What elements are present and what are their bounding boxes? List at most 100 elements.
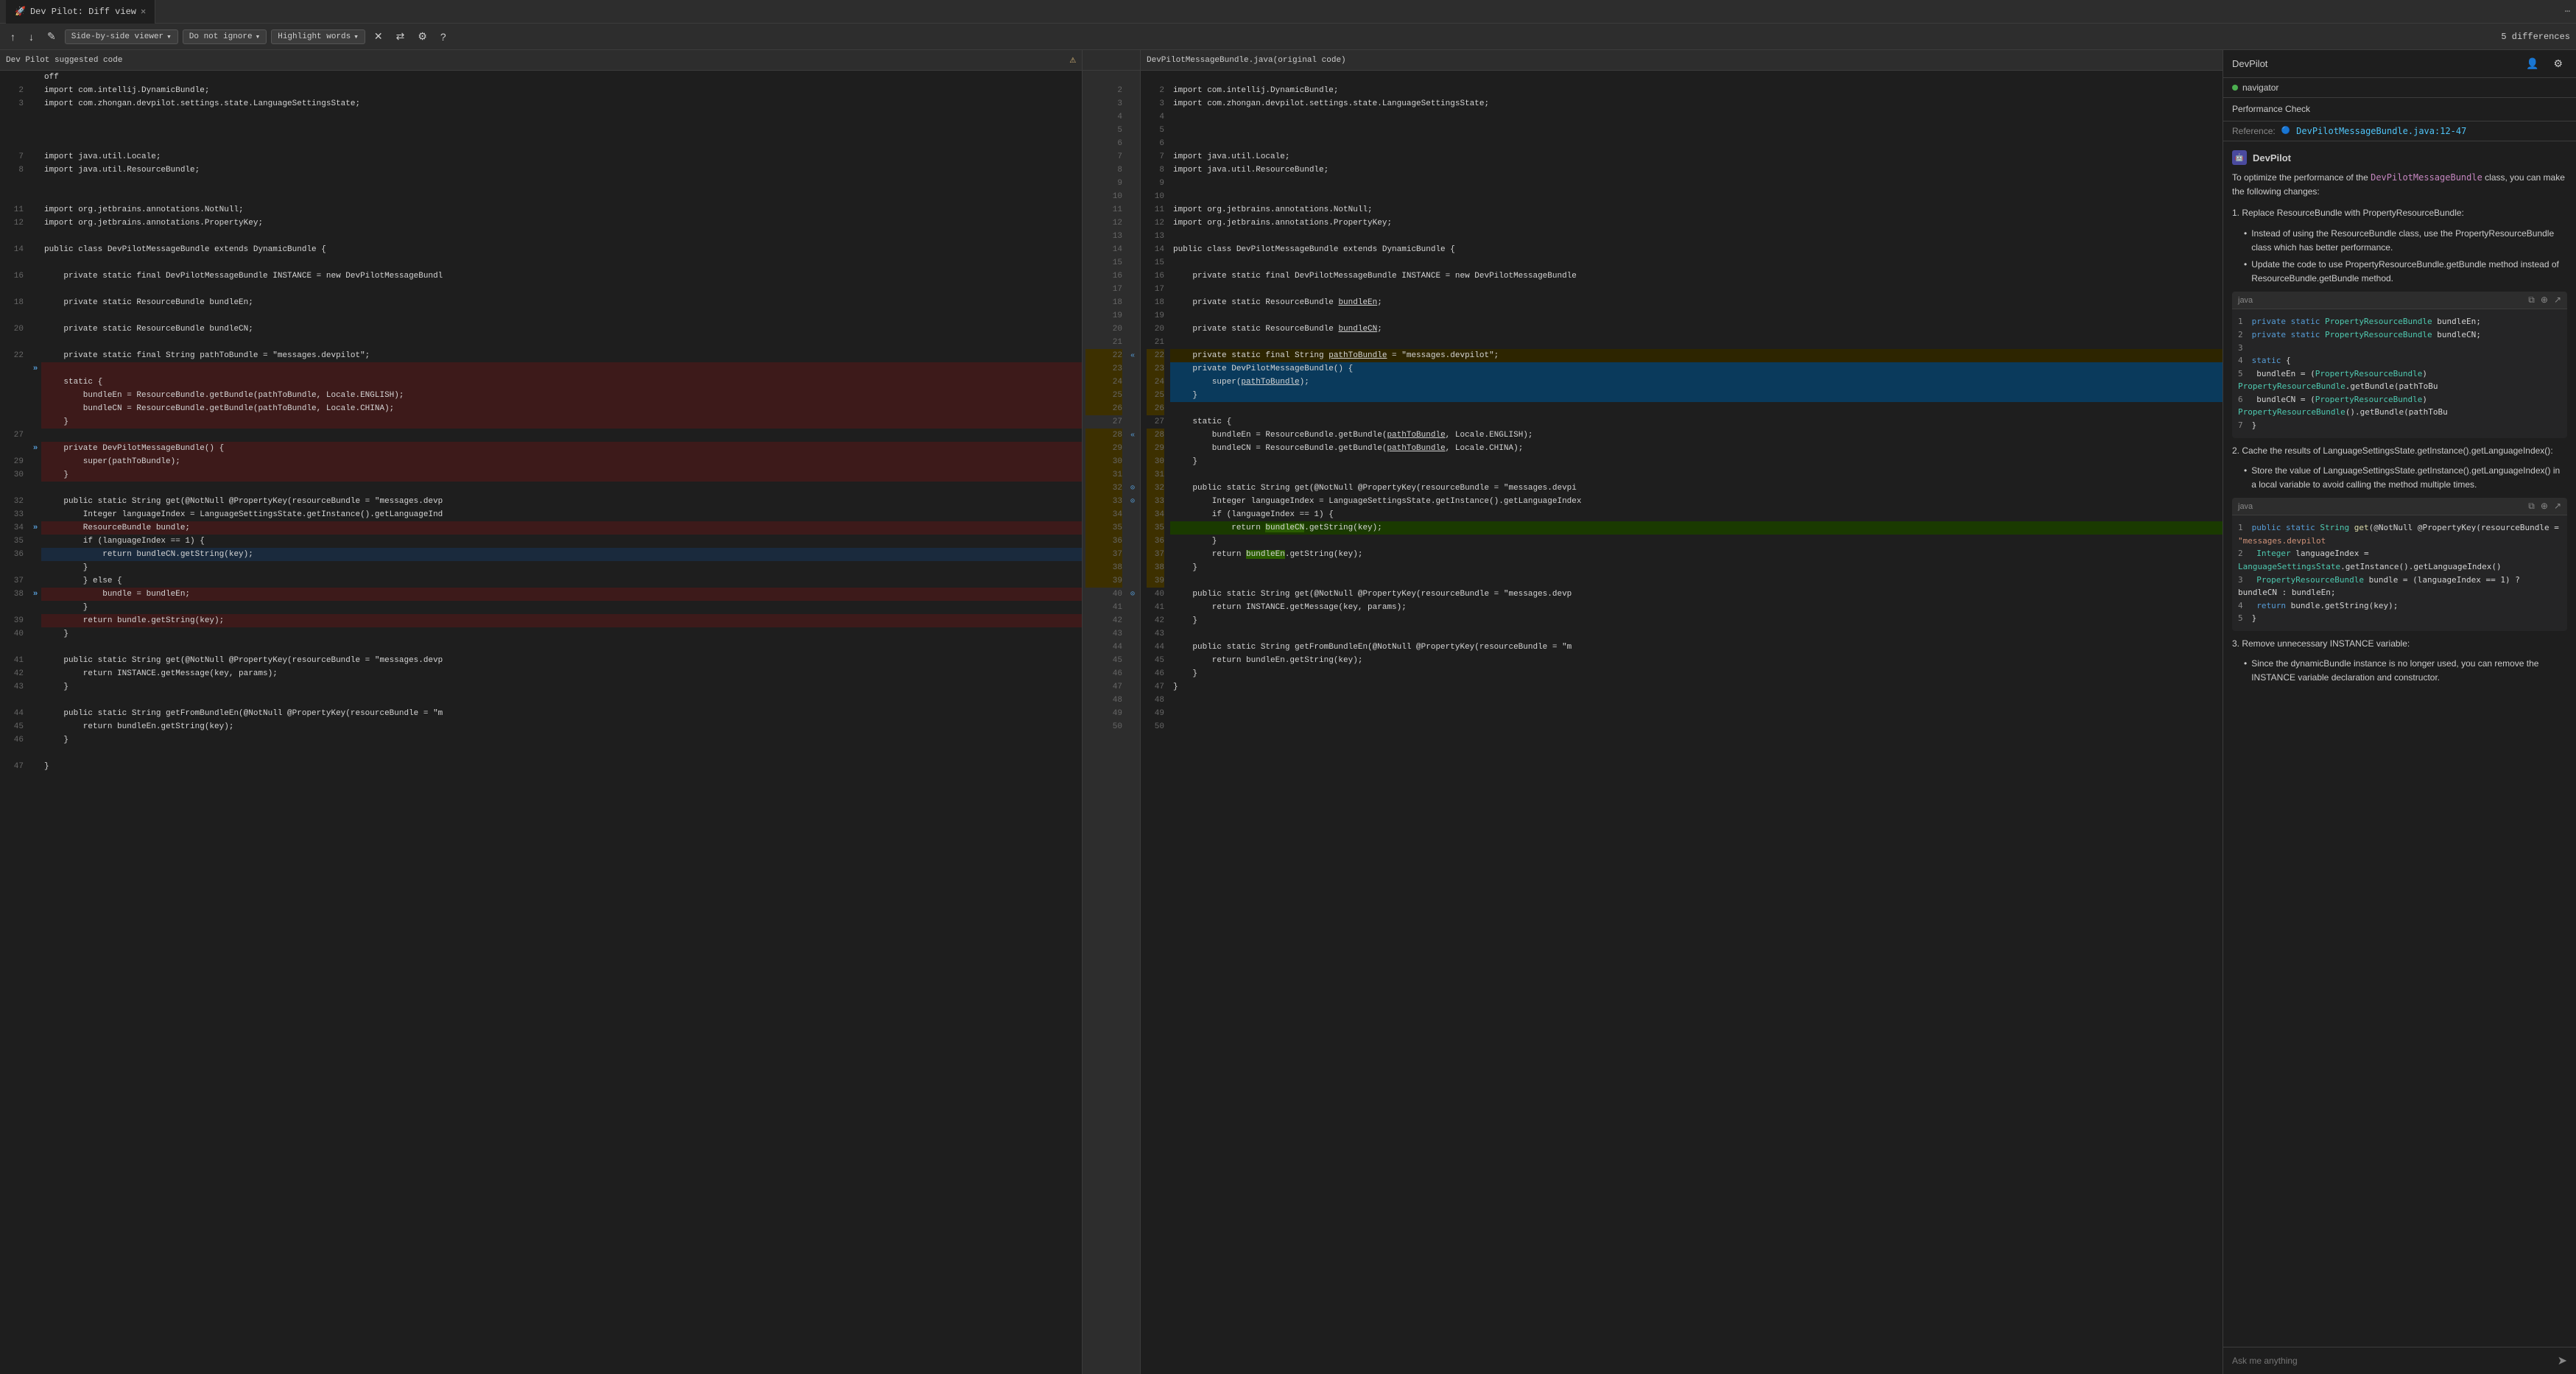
code-line: import java.util.Locale; — [1170, 150, 2223, 163]
code-line: } — [1170, 389, 2223, 402]
more-options-icon[interactable]: ⋯ — [2565, 6, 2570, 17]
code-line — [1170, 574, 2223, 588]
ref-link[interactable]: DevPilotMessageBundle.java:12-47 — [2296, 126, 2466, 136]
code-line: private DevPilotMessageBundle() { — [1170, 362, 2223, 376]
highlight-dropdown-button[interactable]: Highlight words ▾ — [271, 29, 365, 44]
code-line: } — [1170, 667, 2223, 680]
code-line: private static final String pathToBundle… — [1170, 349, 2223, 362]
devpilot-avatar: 🤖 — [2232, 150, 2247, 165]
devpilot-settings-icon[interactable]: ⚙ — [2549, 56, 2567, 71]
left-code-content[interactable]: off import com.intellij.DynamicBundle; i… — [41, 71, 1082, 1374]
code-line: import org.jetbrains.annotations.NotNull… — [1170, 203, 2223, 216]
ask-input[interactable] — [2232, 1356, 2558, 1366]
code-line — [1170, 137, 2223, 150]
code-line: bundleCN = ResourceBundle.getBundle(path… — [1170, 442, 2223, 455]
code-line: public static String get(@NotNull @Prope… — [41, 654, 1082, 667]
bullet-item-1-1: Instead of using the ResourceBundle clas… — [2244, 227, 2567, 255]
code-line: import com.zhongan.devpilot.settings.sta… — [1170, 97, 2223, 110]
code-line — [41, 747, 1082, 760]
code-line: return bundleEn.getString(key); — [1170, 548, 2223, 561]
code-line: return bundleCN.getString(key); — [1170, 521, 2223, 535]
code-line: private static ResourceBundle bundleCN; — [1170, 323, 2223, 336]
code-line: Integer languageIndex = LanguageSettings… — [1170, 495, 2223, 508]
numbered-item-3: 3. Remove unnecessary INSTANCE variable: — [2232, 637, 2567, 651]
title-tab[interactable]: 🚀 Dev Pilot: Diff view ✕ — [6, 0, 155, 24]
nav-label: navigator — [2242, 82, 2278, 93]
code-line — [1170, 468, 2223, 482]
code-line — [41, 124, 1082, 137]
devpilot-nav[interactable]: navigator — [2223, 78, 2576, 98]
code-line: import org.jetbrains.annotations.Propert… — [1170, 216, 2223, 230]
prev-diff-button[interactable]: ↑ — [6, 29, 20, 44]
next-diff-button[interactable]: ↓ — [24, 29, 38, 44]
code-line — [41, 256, 1082, 269]
left-line-numbers: 2 3 7 8 11 12 14 16 18 — [0, 71, 29, 1374]
devpilot-panel-title: DevPilot — [2232, 58, 2267, 69]
code-line: private static final DevPilotMessageBund… — [41, 269, 1082, 283]
apply-icon[interactable]: ↗ — [2554, 295, 2561, 306]
title-bar: 🚀 Dev Pilot: Diff view ✕ ⋯ — [0, 0, 2576, 24]
code-line: import com.intellij.DynamicBundle; — [41, 84, 1082, 97]
close-highlight-button[interactable]: ✕ — [370, 29, 387, 44]
insert-icon-2[interactable]: ⊕ — [2541, 501, 2548, 512]
code-line: } — [1170, 614, 2223, 627]
code-block-1-lang: java — [2238, 296, 2253, 305]
code-line: bundleCN = ResourceBundle.getBundle(path… — [41, 402, 1082, 415]
devpilot-intro: To optimize the performance of the DevPi… — [2232, 171, 2567, 199]
code-line: private DevPilotMessageBundle() { — [41, 442, 1082, 455]
code-line: bundleEn = ResourceBundle.getBundle(path… — [1170, 429, 2223, 442]
apply-icon-2[interactable]: ↗ — [2554, 501, 2561, 512]
code-block-2-header: java ⧉ ⊕ ↗ — [2232, 498, 2567, 515]
viewer-dropdown-button[interactable]: Side-by-side viewer ▾ — [65, 29, 178, 44]
main-layout: Dev Pilot suggested code ⚠ 2 3 7 8 11 — [0, 50, 2576, 1374]
nav-status-dot — [2232, 85, 2238, 91]
ignore-dropdown-button[interactable]: Do not ignore ▾ — [183, 29, 267, 44]
devpilot-user-icon[interactable]: 👤 — [2522, 56, 2543, 71]
code-line — [1170, 110, 2223, 124]
code-block-1-actions: ⧉ ⊕ ↗ — [2528, 295, 2561, 306]
code-line: private static ResourceBundle bundleEn; — [1170, 296, 2223, 309]
devpilot-panel: DevPilot 👤 ⚙ navigator Performance Check… — [2223, 50, 2576, 1374]
perf-check-section: Performance Check — [2223, 98, 2576, 121]
code-line — [41, 641, 1082, 654]
code-line: } else { — [41, 574, 1082, 588]
help-button[interactable]: ? — [436, 29, 451, 44]
left-code-body[interactable]: 2 3 7 8 11 12 14 16 18 — [0, 71, 1082, 1374]
tab-title: Dev Pilot: Diff view — [30, 7, 136, 17]
code-block-1: java ⧉ ⊕ ↗ 1private static PropertyResou… — [2232, 292, 2567, 437]
code-line: public static String get(@NotNull @Prope… — [1170, 482, 2223, 495]
code-line — [1170, 309, 2223, 323]
code-line: private static final String pathToBundle… — [41, 349, 1082, 362]
copy-icon-2[interactable]: ⧉ — [2528, 501, 2535, 512]
code-line: if (languageIndex == 1) { — [41, 535, 1082, 548]
code-line — [1170, 694, 2223, 707]
code-line: if (languageIndex == 1) { — [1170, 508, 2223, 521]
code-line: } — [1170, 455, 2223, 468]
reference-row: Reference: 🔵 DevPilotMessageBundle.java:… — [2223, 121, 2576, 141]
code-line: } — [41, 415, 1082, 429]
code-line: private static final DevPilotMessageBund… — [1170, 269, 2223, 283]
close-tab-icon[interactable]: ✕ — [141, 6, 146, 17]
code-line: import com.intellij.DynamicBundle; — [1170, 84, 2223, 97]
code-line: Integer languageIndex = LanguageSettings… — [41, 508, 1082, 521]
swap-button[interactable]: ⇄ — [392, 29, 409, 44]
devpilot-message-header: 🤖 DevPilot — [2232, 150, 2567, 165]
code-line — [41, 429, 1082, 442]
copy-icon[interactable]: ⧉ — [2528, 295, 2535, 306]
send-button[interactable]: ➤ — [2558, 1353, 2567, 1368]
devpilot-panel-header: DevPilot 👤 ⚙ — [2223, 50, 2576, 78]
settings-button[interactable]: ⚙ — [413, 29, 432, 44]
code-line — [41, 137, 1082, 150]
edit-button[interactable]: ✎ — [43, 29, 60, 44]
code-block-2-actions: ⧉ ⊕ ↗ — [2528, 501, 2561, 512]
right-code-content[interactable]: import com.intellij.DynamicBundle; impor… — [1170, 71, 2223, 1374]
insert-icon[interactable]: ⊕ — [2541, 295, 2548, 306]
devpilot-body: 🤖 DevPilot To optimize the performance o… — [2223, 141, 2576, 1347]
code-line — [41, 283, 1082, 296]
diff-count: 5 differences — [2501, 32, 2570, 42]
devpilot-footer: ➤ — [2223, 1347, 2576, 1374]
right-code-body[interactable]: 2 3 4 5 6 7 8 9 10 11 12 13 14 15 16 17 — [1141, 71, 2223, 1374]
code-line: static { — [1170, 415, 2223, 429]
code-line: super(pathToBundle); — [41, 455, 1082, 468]
toolbar: ↑ ↓ ✎ Side-by-side viewer ▾ Do not ignor… — [0, 24, 2576, 50]
